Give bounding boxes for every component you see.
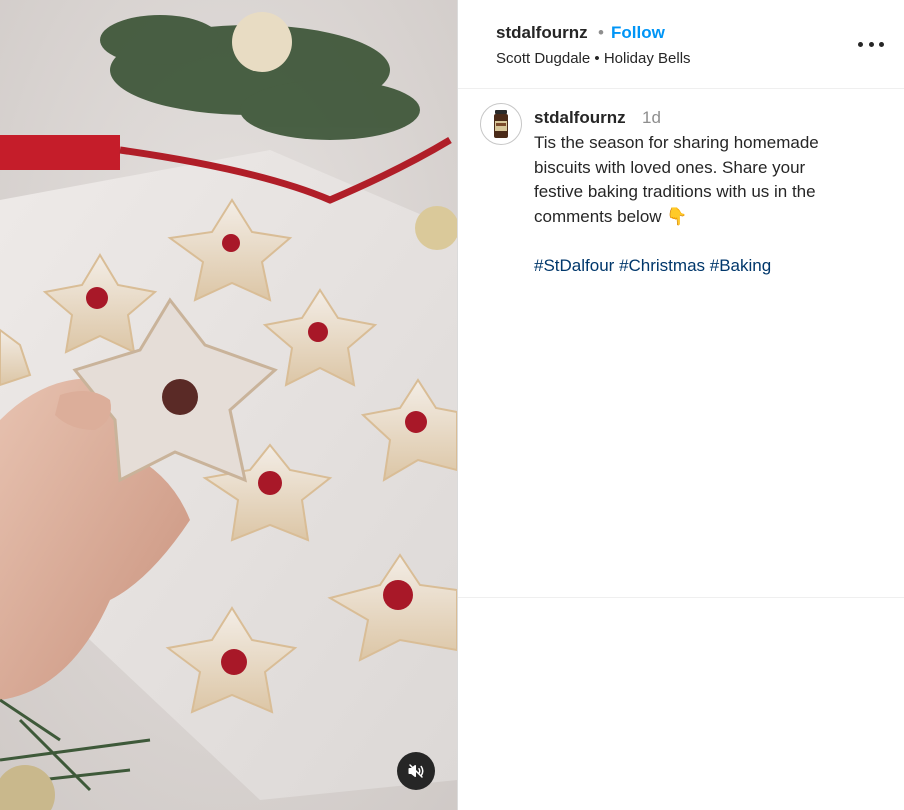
header-username-link[interactable]: stdalfournz	[496, 23, 588, 43]
hashtag-link[interactable]: #Christmas	[619, 256, 705, 275]
hashtags: #StDalfour #Christmas #Baking	[534, 254, 874, 279]
caption-text: Tis the season for sharing homemade bisc…	[534, 131, 874, 278]
caption-username-link[interactable]: stdalfournz	[534, 108, 626, 128]
post-header: stdalfournz • Follow Scott Dugdale • Hol…	[458, 0, 904, 89]
mute-button[interactable]	[397, 752, 435, 790]
caption-line: comments below 👇	[534, 206, 688, 226]
audio-separator: •	[594, 50, 600, 67]
hashtag-link[interactable]: #StDalfour	[534, 256, 614, 275]
hashtag-link[interactable]: #Baking	[710, 256, 771, 275]
more-options-icon[interactable]	[858, 36, 884, 52]
jar-logo-icon	[494, 110, 508, 138]
audio-artist: Scott Dugdale	[496, 50, 591, 67]
speaker-muted-icon	[408, 764, 424, 778]
post-media[interactable]	[0, 0, 457, 810]
post-photo	[0, 0, 457, 810]
caption-comment: stdalfournz 1d Tis the season for sharin…	[458, 89, 904, 598]
audio-info[interactable]: Scott Dugdale • Holiday Bells	[496, 50, 691, 67]
caption-line: festive baking traditions with us in the	[534, 182, 816, 201]
audio-title: Holiday Bells	[603, 50, 691, 67]
avatar[interactable]	[480, 103, 522, 145]
follow-button[interactable]: Follow	[611, 23, 665, 43]
header-separator: •	[598, 23, 604, 42]
caption-timestamp[interactable]: 1d	[642, 108, 661, 128]
post-details-panel: stdalfournz • Follow Scott Dugdale • Hol…	[457, 0, 904, 810]
caption-line: biscuits with loved ones. Share your	[534, 157, 806, 177]
caption-line: Tis the season for sharing homemade	[534, 133, 819, 152]
